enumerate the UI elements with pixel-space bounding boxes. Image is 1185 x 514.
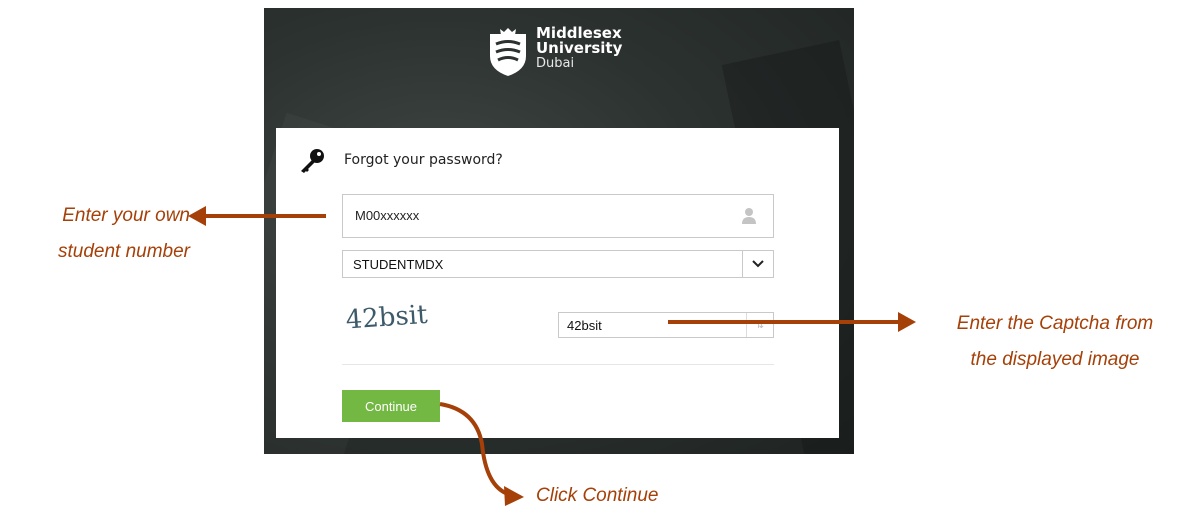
left-arrow-head bbox=[188, 206, 206, 226]
annotation-right-line2: the displayed image bbox=[970, 349, 1140, 370]
bottom-arrow-head bbox=[504, 486, 524, 506]
right-arrow-head bbox=[898, 312, 916, 332]
annotation-left-line1: Enter your own bbox=[62, 205, 190, 226]
bottom-arrow-line bbox=[439, 402, 509, 496]
annotation-captcha: Enter the Captcha from the displayed ima… bbox=[922, 306, 1185, 378]
annotation-student-number: Enter your own student number bbox=[8, 198, 190, 270]
annotation-left-line2: student number bbox=[57, 241, 190, 262]
annotation-right-line1: Enter the Captcha from bbox=[956, 313, 1154, 334]
